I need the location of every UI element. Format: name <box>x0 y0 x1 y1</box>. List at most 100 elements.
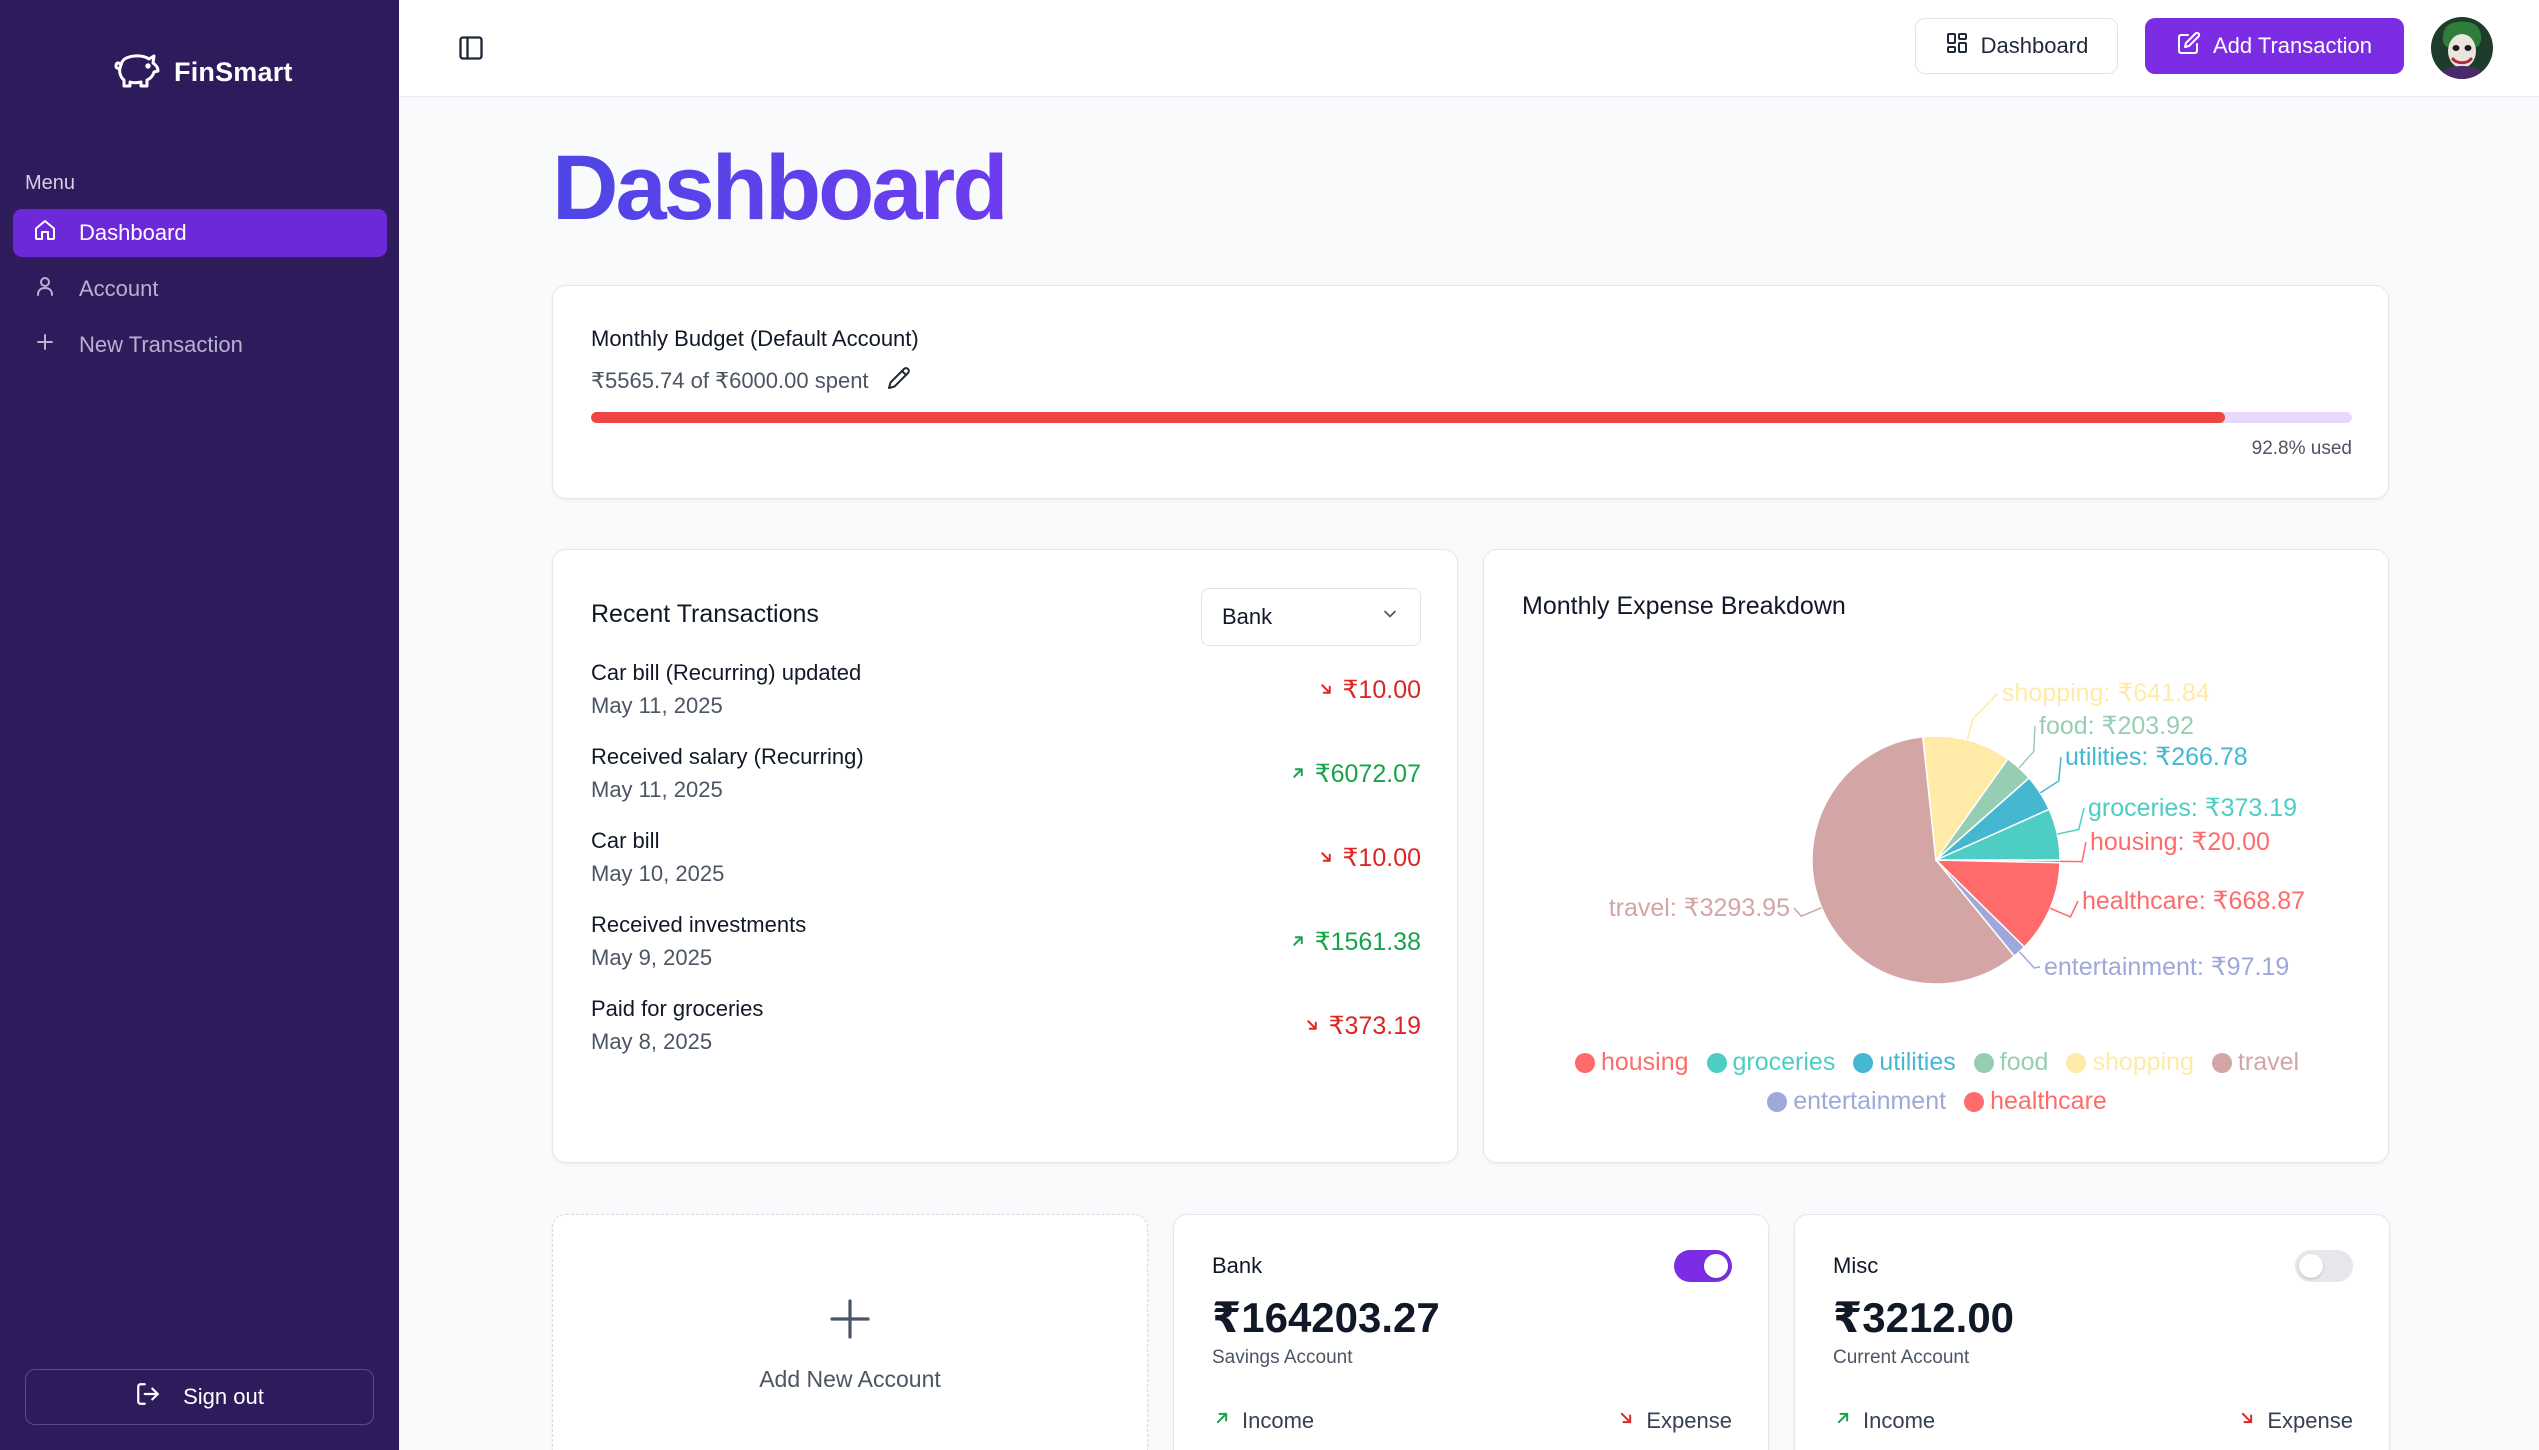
legend-label: housing <box>1600 1048 1689 1076</box>
transaction-amount-value: ₹10.00 <box>1342 844 1421 872</box>
transaction-row[interactable]: Paid for groceries May 8, 2025 ₹373.19 <box>591 996 1421 1080</box>
account-name: Bank <box>1212 1253 1263 1278</box>
plus-icon <box>826 1295 874 1348</box>
pie-leader-line <box>1793 907 1822 918</box>
sidebar-item-new-transaction[interactable]: New Transaction <box>13 321 387 369</box>
legend-item-housing[interactable]: housing <box>1574 1048 1689 1077</box>
transaction-amount: ₹10.00 <box>1317 843 1421 873</box>
log-out-icon <box>135 1381 161 1413</box>
arrow-down-right-icon <box>1303 1012 1321 1041</box>
budget-title: Monthly Budget (Default Account) <box>591 326 919 351</box>
legend-item-shopping[interactable]: shopping <box>2066 1048 2194 1077</box>
account-income: Income <box>1833 1408 1935 1434</box>
expense-label: Expense <box>2267 1408 2353 1433</box>
pie-leader-line <box>2018 725 2036 769</box>
legend-label: utilities <box>1879 1048 1956 1076</box>
transaction-row[interactable]: Received salary (Recurring) May 11, 2025 ₹… <box>591 744 1421 828</box>
chart-legend: housing groceries utilities food shopping tra… <box>1524 1048 2350 1116</box>
account-income: Income <box>1212 1408 1314 1434</box>
legend-dot <box>1973 1052 1994 1073</box>
transaction-date: May 8, 2025 <box>591 1029 713 1054</box>
transaction-amount-value: ₹373.19 <box>1328 1012 1421 1040</box>
expense-breakdown-card: Monthly Expense Breakdown housing: ₹20.0… <box>1483 549 2389 1163</box>
transaction-amount: ₹373.19 <box>1303 1011 1421 1041</box>
add-transaction-button[interactable]: Add Transaction <box>2145 18 2404 74</box>
arrow-up-right-icon <box>1289 760 1307 789</box>
legend-item-groceries[interactable]: groceries <box>1706 1048 1835 1077</box>
default-account-toggle[interactable] <box>1674 1250 1732 1282</box>
legend-item-entertainment[interactable]: entertainment <box>1767 1087 1946 1116</box>
transaction-name: Received salary (Recurring) <box>591 744 864 769</box>
legend-dot <box>1574 1052 1595 1073</box>
income-label: Income <box>1242 1408 1315 1433</box>
transaction-name: Received investments <box>591 912 807 937</box>
legend-item-utilities[interactable]: utilities <box>1853 1048 1956 1077</box>
legend-item-food[interactable]: food <box>1973 1048 2048 1077</box>
legend-dot <box>1706 1052 1727 1073</box>
account-balance: ₹3212.00 <box>1833 1294 2015 1341</box>
add-account-card[interactable]: Add New Account <box>552 1214 1148 1450</box>
sidebar-item-dashboard[interactable]: Dashboard <box>13 209 387 257</box>
account-select-value: Bank <box>1222 604 1273 629</box>
transaction-date: May 11, 2025 <box>591 693 723 718</box>
dashboard-button[interactable]: Dashboard <box>1915 18 2118 74</box>
sidebar-item-account[interactable]: Account <box>13 265 387 313</box>
pie-leader-line <box>2039 756 2062 794</box>
sidebar-toggle-icon[interactable] <box>457 34 485 62</box>
sidebar-item-label: Account <box>79 276 159 301</box>
chevron-down-icon <box>1380 604 1400 630</box>
income-label: Income <box>1863 1408 1936 1433</box>
arrow-down-right-icon <box>1616 1408 1636 1434</box>
transaction-date: May 9, 2025 <box>591 945 713 970</box>
account-expense: Expense <box>1616 1408 1732 1434</box>
legend-item-travel[interactable]: travel <box>2211 1048 2299 1077</box>
arrow-up-right-icon <box>1212 1408 1232 1434</box>
account-card-bank[interactable]: Bank ₹164203.27 Savings Account Income E… <box>1173 1214 1769 1450</box>
add-account-label: Add New Account <box>759 1366 941 1392</box>
pencil-icon[interactable] <box>887 366 911 396</box>
transaction-amount: ₹10.00 <box>1317 675 1421 705</box>
brand-logo[interactable]: FinSmart <box>112 50 293 95</box>
user-icon <box>33 274 57 304</box>
pie-label-healthcare: healthcare: ₹668.87 <box>2082 887 2305 915</box>
account-select[interactable]: Bank <box>1201 588 1421 646</box>
pie-label-groceries: groceries: ₹373.19 <box>2088 794 2297 822</box>
add-transaction-label: Add Transaction <box>2213 33 2372 58</box>
transaction-amount-value: ₹6072.07 <box>1314 760 1421 788</box>
transaction-name: Paid for groceries <box>591 996 764 1021</box>
page-title: Dashboard <box>552 137 1009 239</box>
pie-leader-line <box>2057 807 2085 835</box>
legend-dot <box>1964 1091 1985 1112</box>
layout-grid-icon <box>1945 31 1969 61</box>
expense-label: Expense <box>1646 1408 1732 1433</box>
budget-progress-bar <box>591 412 2352 423</box>
menu-label: Menu <box>25 172 76 194</box>
pie-leader-line <box>2018 951 2041 969</box>
home-icon <box>33 218 57 248</box>
legend-dot <box>1853 1052 1874 1073</box>
pie-leader-line <box>2049 900 2079 918</box>
transaction-row[interactable]: Car bill May 10, 2025 ₹10.00 <box>591 828 1421 912</box>
transaction-name: Car bill (Recurring) updated <box>591 660 862 685</box>
legend-label: healthcare <box>1990 1087 2107 1115</box>
legend-item-healthcare[interactable]: healthcare <box>1964 1087 2107 1116</box>
transaction-row[interactable]: Received investments May 9, 2025 ₹1561.38 <box>591 912 1421 996</box>
account-card-misc[interactable]: Misc ₹3212.00 Current Account Income Exp… <box>1794 1214 2390 1450</box>
pie-label-food: food: ₹203.92 <box>2039 712 2194 740</box>
recent-transactions-card: Recent Transactions Bank Car bill (Recur… <box>552 549 1458 1163</box>
top-bar: Dashboard Add Transaction <box>399 0 2539 97</box>
recent-transactions-title: Recent Transactions <box>591 600 819 628</box>
default-account-toggle[interactable] <box>2295 1250 2353 1282</box>
sidebar-item-label: Dashboard <box>79 220 187 245</box>
legend-label: entertainment <box>1793 1087 1947 1115</box>
arrow-down-right-icon <box>1317 676 1335 705</box>
user-avatar[interactable] <box>2431 17 2493 79</box>
account-type: Current Account <box>1833 1347 1970 1368</box>
transaction-amount-value: ₹1561.38 <box>1314 928 1421 956</box>
budget-used-text: 92.8% used <box>2251 438 2352 459</box>
arrow-down-right-icon <box>1317 844 1335 873</box>
transaction-row[interactable]: Car bill (Recurring) updated May 11, 2025… <box>591 660 1421 744</box>
legend-dot <box>2211 1052 2232 1073</box>
sign-out-button[interactable]: Sign out <box>25 1369 374 1425</box>
transaction-amount: ₹1561.38 <box>1289 927 1421 957</box>
